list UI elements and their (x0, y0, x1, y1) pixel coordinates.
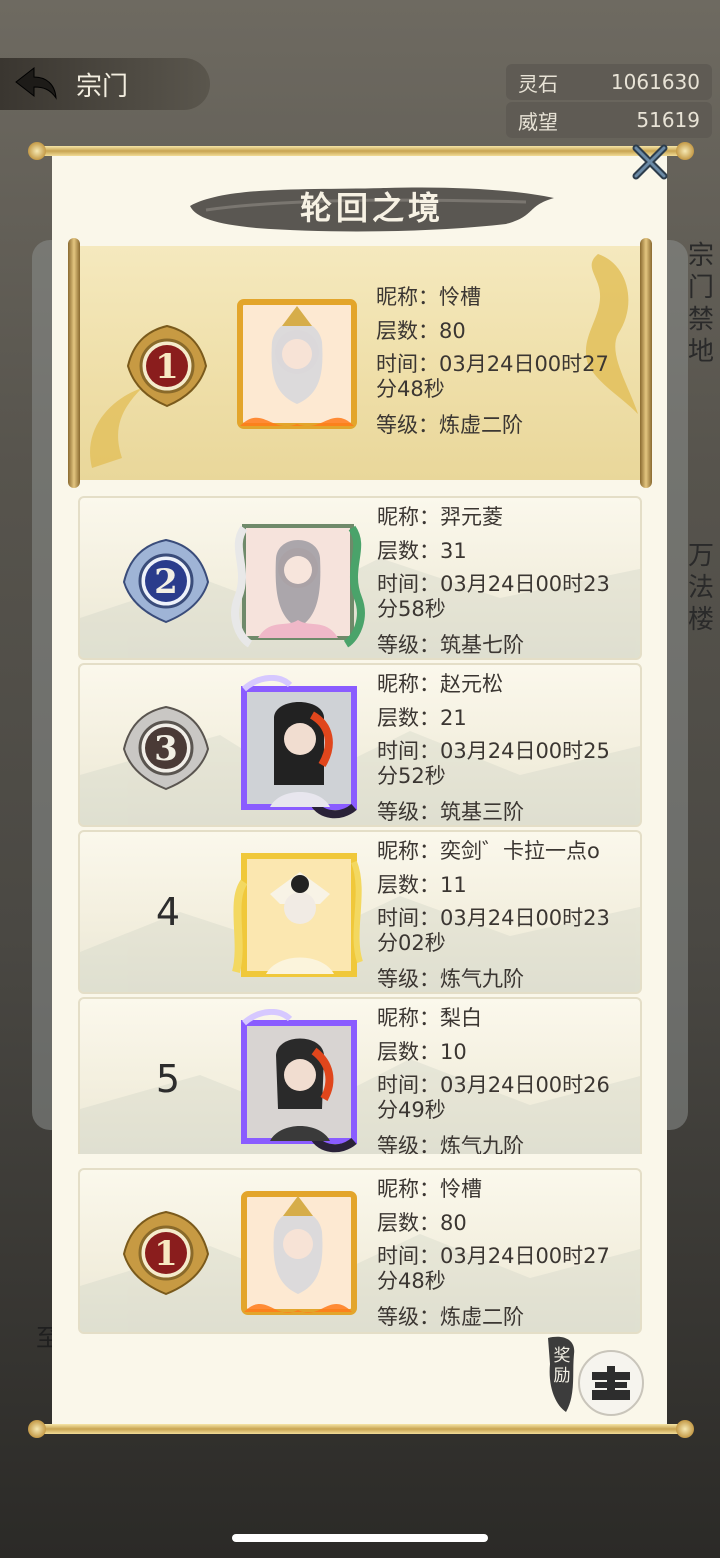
avatar-gold-flame-frame (241, 1191, 357, 1315)
home-indicator[interactable] (232, 1534, 488, 1542)
resource-spirit-stone: 灵石 1061630 (506, 64, 712, 100)
avatar-gold-dragon-frame (232, 853, 363, 977)
bottom-rod (36, 1424, 686, 1434)
rod-end (676, 1420, 694, 1438)
rank-row[interactable]: 4 昵称：奕剑゛卡拉一点o 层数：11 时间：03月24日00时23分02秒 等… (78, 830, 642, 994)
entry-info: 昵称：怜槽 层数：80 时间：03月24日00时27分48秒 等级：炼虚二阶 (377, 1172, 640, 1332)
label-nickname: 昵称： (377, 505, 440, 529)
entry-floors: 80 (440, 1211, 467, 1235)
my-rank-row[interactable]: 1 昵称：怜槽 层数：80 时间：03月24日00时27分48秒 等级：炼虚二阶 (78, 1168, 642, 1334)
rank-number: 5 (155, 1057, 181, 1101)
reward-label: 奖励 (553, 1346, 571, 1386)
label-floors: 层数： (377, 1040, 440, 1064)
rank-number: 3 (154, 729, 178, 769)
back-button[interactable]: 宗门 (0, 58, 210, 110)
top-rod (36, 146, 686, 156)
back-title: 宗门 (76, 71, 129, 102)
resource-value: 51619 (636, 108, 700, 132)
rank-2-medal-icon: 2 (122, 538, 210, 624)
entry-floors: 10 (440, 1040, 467, 1064)
entry-info: 昵称：羿元菱 层数：31 时间：03月24日00时23分58秒 等级：筑基七阶 (377, 500, 640, 658)
back-arrow-icon (15, 66, 57, 100)
label-level: 等级： (377, 800, 440, 824)
entry-level: 炼气九阶 (440, 967, 524, 991)
label-floors: 层数： (377, 539, 440, 563)
scroll-roller (68, 238, 80, 488)
rank-row[interactable]: 5 昵称：梨白 层数：10 时间：03月24日00时26分49秒 等级：炼气九阶 (78, 997, 642, 1154)
label-level: 等级： (377, 967, 440, 991)
entry-nickname: 怜槽 (439, 285, 481, 309)
label-time: 时间： (377, 739, 440, 763)
top-rank-entry[interactable]: 1 昵称：怜槽 层数：80 时间：03月24日00时27分48秒 等级：炼虚二阶 (68, 238, 652, 488)
label-level: 等级： (377, 1305, 440, 1329)
resource-name: 灵石 (518, 71, 558, 96)
entry-nickname: 赵元松 (440, 672, 503, 696)
label-floors: 层数： (377, 1211, 440, 1235)
entry-level: 炼虚二阶 (439, 413, 523, 437)
label-floors: 层数： (376, 319, 439, 343)
entry-level: 筑基七阶 (440, 633, 524, 657)
entry-info: 昵称：怜槽 层数：80 时间：03月24日00时27分48秒 等级：炼虚二阶 (376, 280, 640, 442)
label-level: 等级： (377, 633, 440, 657)
avatar-gold-flame-frame (237, 299, 357, 429)
entry-nickname: 奕剑゛卡拉一点o (440, 839, 600, 863)
resource-value: 1061630 (610, 70, 700, 94)
entry-level: 炼气九阶 (440, 1134, 524, 1154)
entry-level: 筑基三阶 (440, 800, 524, 824)
label-level: 等级： (377, 1134, 440, 1154)
rank-3-medal-icon: 3 (122, 705, 210, 791)
label-time: 时间： (376, 352, 439, 376)
label-nickname: 昵称： (377, 1006, 440, 1030)
rank-number: 1 (155, 347, 179, 387)
entry-info: 昵称：梨白 层数：10 时间：03月24日00时26分49秒 等级：炼气九阶 (377, 1001, 640, 1154)
rank-1-medal-icon: 1 (126, 324, 208, 408)
rank-row[interactable]: 3 昵称：赵元松 层数：21 时间：03月24日00时25分52秒 等级：筑基三… (78, 663, 642, 827)
entry-info: 昵称：赵元松 层数：21 时间：03月24日00时25分52秒 等级：筑基三阶 (377, 667, 640, 825)
entry-nickname: 怜槽 (440, 1177, 482, 1201)
rank-1-medal-icon: 1 (122, 1210, 210, 1296)
side-label-sect-forbidden[interactable]: 宗门禁地 (686, 240, 716, 368)
modal-title: 轮回之境 (299, 189, 444, 227)
label-level: 等级： (376, 413, 439, 437)
label-time: 时间： (377, 1244, 440, 1268)
entry-nickname: 梨白 (440, 1006, 482, 1030)
ranking-list[interactable]: 2 昵称：羿元菱 层数：31 时间：03月24日00时23分58秒 等级：筑基七… (78, 496, 642, 1154)
entry-floors: 21 (440, 706, 467, 730)
rank-row[interactable]: 2 昵称：羿元菱 层数：31 时间：03月24日00时23分58秒 等级：筑基七… (78, 496, 642, 660)
avatar-purple-flame-frame (241, 1009, 357, 1153)
label-time: 时间： (377, 572, 440, 596)
avatar-serpent-frame (231, 524, 365, 648)
resource-prestige: 威望 51619 (506, 102, 712, 138)
treasure-chest-icon (578, 1350, 644, 1416)
rod-end (28, 142, 46, 160)
entry-floors: 11 (440, 873, 467, 897)
entry-floors: 31 (440, 539, 467, 563)
label-time: 时间： (377, 906, 440, 930)
reward-button[interactable]: 奖励 (544, 1334, 644, 1420)
label-nickname: 昵称： (377, 672, 440, 696)
entry-level: 炼虚二阶 (440, 1305, 524, 1329)
label-nickname: 昵称： (376, 285, 439, 309)
entry-nickname: 羿元菱 (440, 505, 503, 529)
label-nickname: 昵称： (377, 839, 440, 863)
rod-end (28, 1420, 46, 1438)
rod-end (676, 142, 694, 160)
label-floors: 层数： (377, 873, 440, 897)
rank-number: 1 (154, 1234, 178, 1274)
rank-number: 2 (154, 562, 178, 602)
avatar-purple-flame-frame (241, 675, 357, 819)
label-nickname: 昵称： (377, 1177, 440, 1201)
resource-name: 威望 (518, 109, 558, 134)
label-time: 时间： (377, 1073, 440, 1097)
close-icon[interactable] (630, 142, 670, 182)
side-label-wanfa-tower[interactable]: 万法楼 (686, 540, 716, 636)
entry-info: 昵称：奕剑゛卡拉一点o 层数：11 时间：03月24日00时23分02秒 等级：… (377, 834, 640, 992)
entry-floors: 80 (439, 319, 466, 343)
rank-number: 4 (155, 890, 181, 934)
label-floors: 层数： (377, 706, 440, 730)
